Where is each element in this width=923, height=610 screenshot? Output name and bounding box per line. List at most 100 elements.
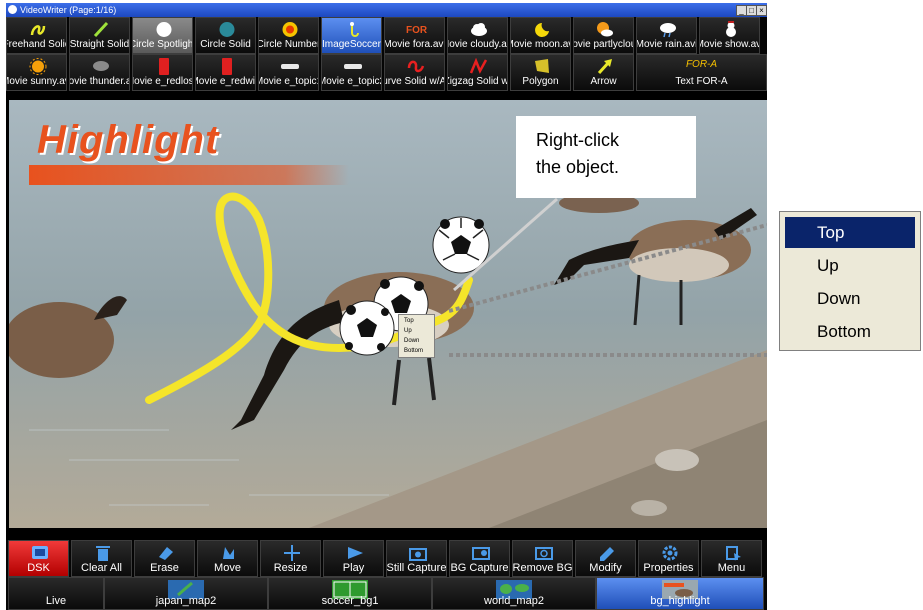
movie-redlose-button[interactable]: Movie e_redlose [132,54,193,91]
remove-bg-button[interactable]: Remove BG [512,540,573,577]
menu-item-down[interactable]: Down [785,283,915,314]
title-bar: VideoWriter (Page:1/16) _ □ × [6,3,767,17]
sun-icon [29,58,47,75]
command-label: Menu [717,562,746,574]
still-capture-button[interactable]: Still Capture [386,540,447,577]
tool-label: Movie fora.avi [384,39,445,50]
properties-button[interactable]: Properties [638,540,699,577]
erase-button[interactable]: Erase [134,540,195,577]
menu-item-bottom-small[interactable]: Bottom [401,347,432,356]
background-label: soccer_bg1 [321,595,379,607]
polygon-icon [535,59,549,73]
curve-solid-arrow-button[interactable]: Curve Solid w/Arrow [384,54,445,91]
tool-label: Arrow [590,76,617,87]
moon-icon [535,23,549,37]
videowriter-window: VideoWriter (Page:1/16) _ □ × Freehand S… [6,3,767,610]
tool-label: Movie moon.avi [511,39,570,50]
gear-icon [662,545,678,561]
camera-icon [409,548,427,561]
straight-line-icon [93,21,109,38]
modify-icon [600,547,614,561]
circle-solid-button[interactable]: Circle Solid [195,17,256,54]
bg-capture-icon [472,547,490,560]
movie-thunder-button[interactable]: Movie thunder.avi [69,54,130,91]
bg-japan-map2-button[interactable]: japan_map2 [104,577,268,610]
callout-line-2: the object. [536,157,620,177]
menu-button[interactable]: Menu [701,540,762,577]
movie-fora-button[interactable]: FOR Movie fora.avi [384,17,445,54]
clear-all-button[interactable]: Clear All [71,540,132,577]
movie-partlycloudy-button[interactable]: Movie partlycloudy [573,17,634,54]
snowman-icon [726,21,736,37]
movie-topic2-button[interactable]: Movie e_topic2 [321,54,382,91]
circle-spotlight-button[interactable]: Circle Spotlight [132,17,193,54]
text-fora-button[interactable]: FOR-A Text FOR-A [636,54,767,91]
tool-label: Curve Solid w/Arrow [385,76,445,87]
bg-live-button[interactable]: Live [8,577,104,610]
trash-icon [96,546,110,561]
arrow-icon [597,59,612,75]
background-label: Live [45,595,67,607]
menu-item-top-small[interactable]: Top [401,317,432,326]
window-title: VideoWriter (Page:1/16) [20,5,117,15]
bg-highlight-button[interactable]: bg_highlight [596,577,764,610]
tool-label: Freehand Solid [6,39,66,50]
tool-label: Text FOR-A [675,76,728,87]
menu-item-top[interactable]: Top [785,217,915,248]
object-toolbar-row1: Freehand Solid Straight Solid Circle Spo… [6,17,767,54]
straight-solid-button[interactable]: Straight Solid [69,17,130,54]
bg-capture-button[interactable]: BG Capture [449,540,510,577]
topic-bar-icon [344,64,362,69]
movie-show-button[interactable]: Movie show.avi [699,17,760,54]
polygon-button[interactable]: Polygon [510,54,571,91]
move-button[interactable]: Move [197,540,258,577]
object-context-menu: Top Up Down Bottom [398,314,435,358]
play-button[interactable]: Play [323,540,384,577]
movie-sunny-button[interactable]: Movie sunny.avi [6,54,67,91]
modify-button[interactable]: Modify [575,540,636,577]
eraser-icon [159,547,173,560]
tool-label: Movie partlycloudy [574,39,633,50]
spotlight-icon [156,22,172,37]
background-label: japan_map2 [155,595,217,607]
image-soccer-button[interactable]: ImageSoccer [321,17,382,54]
tool-label: Movie thunder.avi [69,76,129,87]
zigzag-solid-button[interactable]: Zigzag Solid w/ [447,54,508,91]
tool-label: Movie show.avi [700,39,760,50]
background-label: world_map2 [484,595,544,607]
movie-cloudy-button[interactable]: Movie cloudy.avi [447,17,508,54]
tool-label: Movie e_topic2 [321,76,382,87]
menu-item-bottom[interactable]: Bottom [785,316,915,347]
tool-label: Circle Number [258,39,319,50]
movie-topic1-button[interactable]: Movie e_topic1 [258,54,319,91]
menu-item-up[interactable]: Up [785,250,915,281]
bg-soccer-bg1-button[interactable]: soccer_bg1 [268,577,432,610]
callout-line-1: Right-click [536,130,620,150]
movie-redwin-button[interactable]: Movie e_redwin [195,54,256,91]
bg-world-map2-button[interactable]: world_map2 [432,577,596,610]
remove-bg-icon [535,547,553,560]
resize-button[interactable]: Resize [260,540,321,577]
close-button[interactable]: × [756,5,767,16]
cloud-icon [471,23,487,36]
tool-label: Movie rain.avi [636,39,697,50]
tool-label: Straight Solid [69,39,130,50]
arrow-button[interactable]: Arrow [573,54,634,91]
curve-arrow-icon [407,60,425,73]
zigzag-icon [470,58,488,74]
circle-number-icon [282,22,298,37]
menu-item-up-small[interactable]: Up [401,327,432,336]
background-bar: Live japan_map2 soccer_bg1 world_map2 bg… [6,577,767,610]
movie-rain-button[interactable]: Movie rain.avi [636,17,697,54]
movie-moon-button[interactable]: Movie moon.avi [510,17,571,54]
dsk-button[interactable]: DSK [8,540,69,577]
command-bar: DSK Clear All Erase Move Resize Play Sti… [6,540,767,577]
freehand-solid-button[interactable]: Freehand Solid [6,17,67,54]
highlight-title: Highlight [37,118,220,162]
circle-icon [219,22,235,37]
menu-item-down-small[interactable]: Down [401,337,432,346]
circle-number-button[interactable]: Circle Number [258,17,319,54]
text-fora-icon: FOR-A [685,59,718,70]
soccer-image-icon [350,22,359,37]
red-card-icon [159,58,169,75]
